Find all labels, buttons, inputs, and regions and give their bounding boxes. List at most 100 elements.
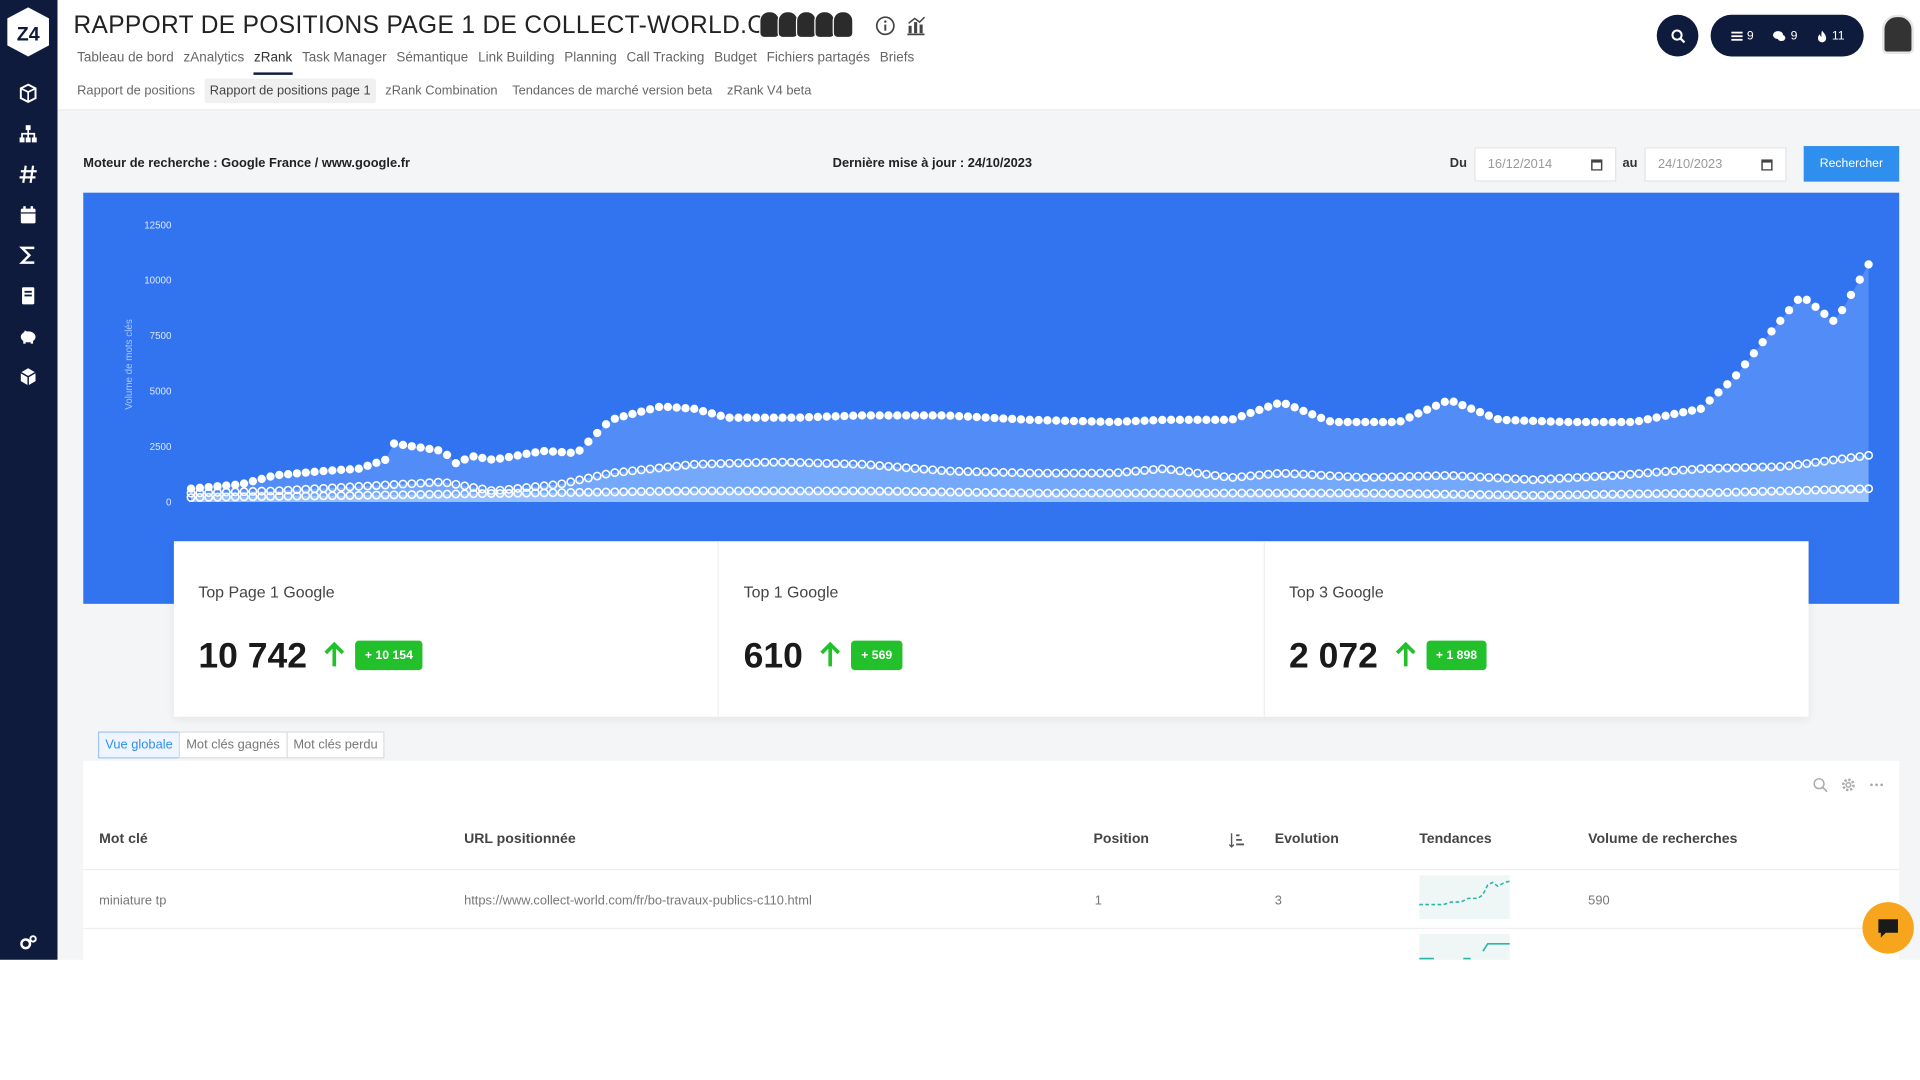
messages-counter[interactable]: 9 <box>1772 29 1797 42</box>
nav-fichiers-partages[interactable]: Fichiers partagés <box>767 50 870 75</box>
data-point[interactable] <box>999 414 1008 423</box>
data-point[interactable] <box>628 409 637 419</box>
data-point[interactable] <box>425 444 434 454</box>
data-point[interactable] <box>725 413 734 422</box>
nav-link-building[interactable]: Link Building <box>478 50 554 75</box>
data-point[interactable] <box>760 413 770 422</box>
sigma-icon[interactable] <box>15 243 42 268</box>
data-point[interactable] <box>1484 411 1494 420</box>
data-point[interactable] <box>1405 413 1414 422</box>
data-point[interactable] <box>557 447 566 457</box>
data-point[interactable] <box>1352 417 1361 427</box>
data-point[interactable] <box>1255 405 1264 415</box>
tab-zrank-combination[interactable]: zRank Combination <box>380 79 502 104</box>
tab-mots-cles-gagnes[interactable]: Mot clés gagnés <box>178 731 288 759</box>
data-point[interactable] <box>1679 408 1688 417</box>
data-point[interactable] <box>1864 260 1873 269</box>
cell-url[interactable]: https://www.collect-world.com/fr/bo-trav… <box>464 893 812 908</box>
data-point[interactable] <box>434 446 443 455</box>
data-point[interactable] <box>698 406 708 416</box>
data-point[interactable] <box>407 442 416 451</box>
data-point[interactable] <box>1511 416 1520 425</box>
data-point[interactable] <box>972 412 981 422</box>
data-point[interactable] <box>389 439 399 448</box>
nav-briefs[interactable]: Briefs <box>880 50 914 75</box>
data-point[interactable] <box>910 411 920 420</box>
data-point[interactable] <box>1467 404 1476 413</box>
data-point[interactable] <box>1855 275 1864 284</box>
data-point[interactable] <box>1316 413 1326 423</box>
col-position[interactable]: Position <box>1093 832 1149 847</box>
data-point[interactable] <box>1634 416 1644 426</box>
data-point[interactable] <box>1060 416 1070 426</box>
nav-zanalytics[interactable]: zAnalytics <box>184 50 245 75</box>
data-point[interactable] <box>831 412 840 421</box>
data-point[interactable] <box>1652 413 1661 422</box>
sitemap-icon[interactable] <box>15 122 42 147</box>
data-point[interactable] <box>310 467 319 476</box>
data-point[interactable] <box>1193 415 1202 425</box>
col-evolution[interactable]: Evolution <box>1275 832 1339 847</box>
analytics-icon[interactable] <box>905 15 927 37</box>
calendar-icon[interactable] <box>15 203 42 228</box>
col-volume[interactable]: Volume de recherches <box>1588 832 1737 847</box>
data-point[interactable] <box>266 472 275 481</box>
data-point[interactable] <box>1758 337 1767 347</box>
data-point[interactable] <box>778 413 787 422</box>
data-point[interactable] <box>593 428 602 438</box>
data-point[interactable] <box>416 443 425 452</box>
data-point[interactable] <box>469 452 478 461</box>
data-point[interactable] <box>1369 417 1379 427</box>
more-icon[interactable] <box>1867 776 1884 793</box>
data-point[interactable] <box>919 411 929 420</box>
data-point[interactable] <box>1140 416 1149 425</box>
data-point[interactable] <box>1149 416 1158 425</box>
data-point[interactable] <box>1334 417 1344 427</box>
data-point[interactable] <box>1219 415 1229 425</box>
data-point[interactable] <box>292 469 302 478</box>
data-point[interactable] <box>1723 380 1732 389</box>
nav-planning[interactable]: Planning <box>564 50 616 75</box>
data-point[interactable] <box>495 454 505 463</box>
data-point[interactable] <box>963 412 973 421</box>
tab-zrank-v4-beta[interactable]: zRank V4 beta <box>722 79 816 104</box>
date-from-input[interactable]: 16/12/2014 <box>1474 147 1617 182</box>
app-logo[interactable]: Z4 <box>5 5 52 59</box>
avatar[interactable] <box>832 11 854 39</box>
table-row[interactable]: miniature tp https://www.collect-world.c… <box>83 868 1900 928</box>
data-point[interactable] <box>1175 415 1185 425</box>
nav-semantique[interactable]: Sémantique <box>396 50 468 75</box>
data-point[interactable] <box>257 474 266 484</box>
nav-zrank[interactable]: zRank <box>254 50 293 75</box>
data-point[interactable] <box>1705 396 1714 405</box>
data-point[interactable] <box>575 446 584 455</box>
tab-rapport-de-positions[interactable]: Rapport de positions <box>72 79 200 104</box>
data-point[interactable] <box>372 458 381 467</box>
data-point[interactable] <box>319 466 328 476</box>
data-point[interactable] <box>1281 399 1291 409</box>
data-point[interactable] <box>566 448 575 457</box>
tab-rapport-de-positions-page-1[interactable]: Rapport de positions page 1 <box>204 78 376 104</box>
data-point[interactable] <box>610 414 619 423</box>
data-point[interactable] <box>1564 417 1573 427</box>
piggy-bank-icon[interactable] <box>15 324 42 349</box>
data-point[interactable] <box>301 468 310 477</box>
data-point[interactable] <box>637 407 646 416</box>
data-point[interactable] <box>954 412 964 421</box>
data-point[interactable] <box>451 459 461 468</box>
data-point[interactable] <box>1555 417 1564 426</box>
gear-icon[interactable] <box>1839 776 1856 793</box>
data-point[interactable] <box>487 455 496 464</box>
data-point[interactable] <box>381 455 390 465</box>
data-point[interactable] <box>1361 417 1370 427</box>
col-tendances[interactable]: Tendances <box>1419 832 1492 847</box>
data-point[interactable] <box>460 455 469 464</box>
tab-vue-globale[interactable]: Vue globale <box>97 731 181 759</box>
date-to-input[interactable]: 24/10/2023 <box>1644 147 1787 182</box>
data-point[interactable] <box>1158 415 1167 425</box>
data-point[interactable] <box>1528 416 1538 426</box>
data-point[interactable] <box>1784 306 1794 315</box>
data-point[interactable] <box>1696 404 1705 413</box>
data-point[interactable] <box>804 412 814 422</box>
data-point[interactable] <box>990 413 999 423</box>
